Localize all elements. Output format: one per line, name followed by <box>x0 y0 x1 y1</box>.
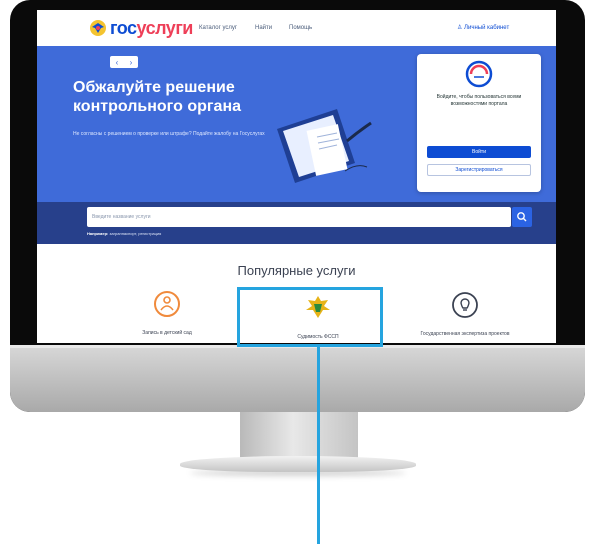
logo-part-gos: гос <box>110 18 137 38</box>
slider-next-button[interactable]: › <box>130 58 133 67</box>
user-icon: ♙ <box>457 25 465 31</box>
monitor-stand-neck <box>240 412 358 458</box>
nav-item-find[interactable]: Найти <box>255 23 272 33</box>
highlight-frame <box>237 287 383 347</box>
search-hint-label: Например: <box>87 231 109 236</box>
search-button[interactable] <box>512 207 532 227</box>
service-kindergarten[interactable]: Запись в детский сад <box>107 288 227 337</box>
gosuslugi-badge-icon <box>465 60 493 88</box>
login-card-text: Войдите, чтобы пользоваться всеми возмож… <box>436 94 522 107</box>
site-header: госуслуги Каталог услуг Найти Помощь ♙ Л… <box>37 10 556 46</box>
expertise-bulb-icon <box>452 292 478 318</box>
login-label: Личный кабинет <box>464 25 510 31</box>
nav-item-catalog[interactable]: Каталог услуг <box>199 23 237 33</box>
search-hint: Например: загранпаспорт, регистрация <box>87 231 161 237</box>
monitor-stand-base <box>180 456 416 472</box>
kindergarten-icon <box>154 291 180 317</box>
eagle-emblem-icon <box>90 20 106 36</box>
site-logo[interactable]: госуслуги <box>110 18 193 38</box>
search-section: Введите название услуги Например: загран… <box>37 202 556 244</box>
hero-banner: ‹ › Обжалуйте решение контрольного орган… <box>37 46 556 202</box>
search-hint-example[interactable]: загранпаспорт, регистрация <box>110 231 162 236</box>
monitor-chin <box>10 348 585 412</box>
login-link[interactable]: ♙ Личный кабинет <box>457 23 509 33</box>
laptop-document-illustration-icon <box>277 109 372 183</box>
slider-prev-button[interactable]: ‹ <box>116 58 119 67</box>
popular-services-title: Популярные услуги <box>237 263 356 278</box>
logo-part-uslugi: услуги <box>136 18 194 38</box>
login-button[interactable]: Войти <box>427 146 531 158</box>
login-card: Войдите, чтобы пользоваться всеми возмож… <box>417 54 541 192</box>
search-input[interactable]: Введите название услуги <box>87 207 511 227</box>
search-icon <box>517 212 527 222</box>
service-label: Запись в детский сад <box>142 330 192 336</box>
slider-controls: ‹ › <box>110 56 138 68</box>
register-button[interactable]: Зарегистрироваться <box>427 164 531 176</box>
service-expertise[interactable]: Государственная экспертиза проектов <box>405 289 525 338</box>
highlight-pointer-line <box>317 347 320 544</box>
service-label: Государственная экспертиза проектов <box>420 331 510 337</box>
nav-item-help[interactable]: Помощь <box>289 23 312 33</box>
